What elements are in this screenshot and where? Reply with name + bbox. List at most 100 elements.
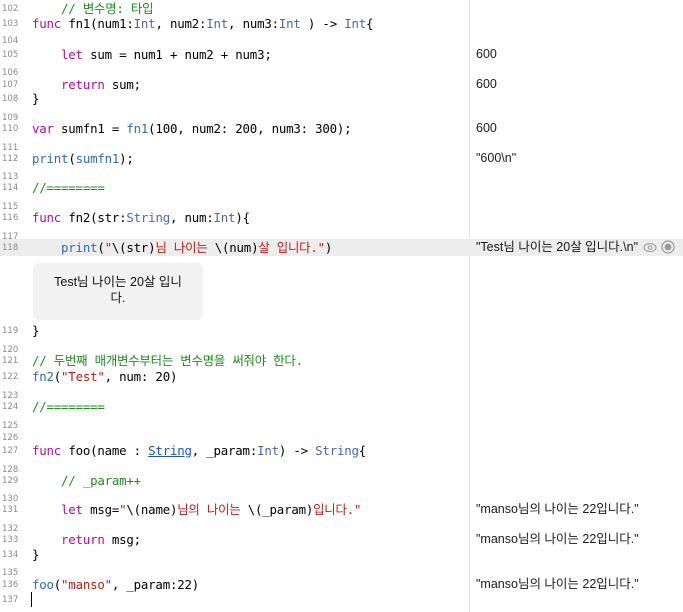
code-token: \(str): [111, 240, 156, 255]
code-token: , num2:: [155, 16, 207, 31]
line-number: 122: [2, 372, 19, 382]
code-line[interactable]: print("\(str)님 나이는 \(num)살 입니다."): [32, 240, 332, 255]
code-token: String: [126, 210, 170, 225]
circle-result-icon[interactable]: [661, 240, 675, 254]
code-token: (: [97, 240, 105, 255]
result-controls: [643, 240, 679, 255]
code-token: , _param:22): [111, 577, 199, 592]
result-value[interactable]: 600: [476, 77, 497, 92]
code-line[interactable]: print(sumfn1);: [32, 151, 134, 166]
eye-icon[interactable]: [643, 241, 657, 254]
line-number: 129: [2, 476, 19, 486]
line-number: 134: [2, 550, 19, 560]
code-token: func: [32, 210, 69, 225]
line-number: 124: [2, 402, 19, 412]
code-token: ){: [235, 210, 250, 225]
code-token: "manso": [61, 577, 112, 592]
code-token: fn1(num1:: [68, 16, 134, 31]
code-token: ) ->: [300, 16, 345, 31]
code-token: (: [53, 577, 62, 592]
code-token: sumfn1 =: [61, 121, 127, 136]
result-value[interactable]: 600: [476, 47, 497, 62]
code-token: msg;: [111, 532, 141, 547]
line-number: 103: [2, 19, 19, 29]
code-line[interactable]: func foo(name : String, _param:Int) -> S…: [32, 443, 366, 458]
code-token: fn2: [32, 369, 54, 384]
line-number: 104: [2, 36, 19, 46]
line-number: 114: [2, 183, 19, 193]
code-token: Int: [344, 16, 366, 31]
code-token: // _param++: [32, 473, 141, 488]
code-token: , num: 20): [104, 369, 178, 384]
code-token: fn1: [126, 121, 149, 136]
code-token: print: [32, 240, 98, 255]
code-token: , _param:: [191, 443, 258, 458]
code-token: func: [32, 443, 69, 458]
inline-result-text: Test님 나이는 20살 입니다.: [54, 275, 182, 305]
code-line[interactable]: // _param++: [32, 473, 141, 488]
code-line[interactable]: //========: [32, 399, 105, 414]
code-token: 님 나이는: [155, 240, 215, 255]
code-line[interactable]: let msg="\(name)님의 나이는 \(_param)입니다.": [32, 502, 361, 517]
line-number: 133: [2, 535, 19, 545]
code-line[interactable]: }: [32, 91, 39, 106]
code-token: sum = num1 + num2 + num3;: [90, 47, 272, 62]
code-token: (: [68, 151, 76, 166]
code-line[interactable]: fn2("Test", num: 20): [32, 369, 177, 384]
result-value[interactable]: "600\n": [476, 151, 516, 166]
text-cursor: [31, 592, 32, 607]
line-number: 131: [2, 505, 19, 515]
code-token: 님의 나이는: [177, 502, 248, 517]
result-value[interactable]: "manso님의 나이는 22입니다.": [476, 577, 639, 592]
code-token: //========: [32, 180, 105, 195]
code-line[interactable]: }: [32, 547, 39, 562]
code-line[interactable]: // 두번째 매개변수부터는 변수명을 써줘야 한다.: [32, 353, 303, 368]
code-token: {: [358, 443, 366, 458]
code-line[interactable]: let sum = num1 + num2 + num3;: [32, 47, 272, 62]
code-token: // 변수명: 타입: [32, 1, 154, 16]
code-token: Int: [206, 16, 229, 31]
line-number: 121: [2, 356, 19, 366]
code-token: ): [324, 240, 333, 255]
inline-result-popup: Test님 나이는 20살 입니다.: [33, 263, 203, 320]
code-token: );: [119, 151, 134, 166]
code-token: \(num): [214, 240, 259, 255]
code-line[interactable]: // 변수명: 타입: [32, 1, 154, 16]
line-number: 116: [2, 213, 19, 223]
code-token: return: [32, 77, 112, 92]
code-line[interactable]: func fn2(str:String, num:Int){: [32, 210, 250, 225]
line-number: 102: [2, 4, 19, 14]
result-value[interactable]: 600: [476, 121, 497, 136]
code-token: let: [32, 47, 91, 62]
code-line[interactable]: return sum;: [32, 77, 141, 92]
code-token: print: [32, 151, 69, 166]
line-number: 112: [2, 154, 19, 164]
code-token: 살 입니다.": [258, 240, 325, 255]
line-number: 127: [2, 446, 19, 456]
line-number: 119: [2, 326, 19, 336]
result-value[interactable]: "manso님의 나이는 22입니다.": [476, 502, 639, 517]
code-token: sum;: [111, 77, 141, 92]
code-line[interactable]: var sumfn1 = fn1(100, num2: 200, num3: 3…: [32, 121, 352, 136]
line-number: 105: [2, 50, 19, 60]
code-token: String: [315, 443, 359, 458]
code-token: foo: [32, 577, 54, 592]
code-token: var: [32, 121, 62, 136]
code-token: , num:: [169, 210, 214, 225]
code-token[interactable]: String: [148, 443, 192, 458]
code-line[interactable]: //========: [32, 180, 105, 195]
code-token: func: [32, 16, 69, 31]
line-number: 137: [2, 595, 19, 605]
code-line[interactable]: return msg;: [32, 532, 141, 547]
code-token: sumfn1: [75, 151, 120, 166]
result-value[interactable]: "manso님의 나이는 22입니다.": [476, 532, 639, 547]
code-line[interactable]: func fn1(num1:Int, num2:Int, num3:Int ) …: [32, 16, 373, 31]
code-token: //========: [32, 399, 105, 414]
line-number: 110: [2, 124, 19, 134]
code-line[interactable]: foo("manso", _param:22): [32, 577, 199, 592]
code-token: msg=: [90, 502, 120, 517]
code-token: // 두번째 매개변수부터는 변수명을 써줘야 한다.: [32, 353, 303, 368]
result-value[interactable]: "Test님 나이는 20살 입니다.\n": [476, 240, 638, 255]
code-token: Int: [133, 16, 156, 31]
code-line[interactable]: }: [32, 323, 39, 338]
